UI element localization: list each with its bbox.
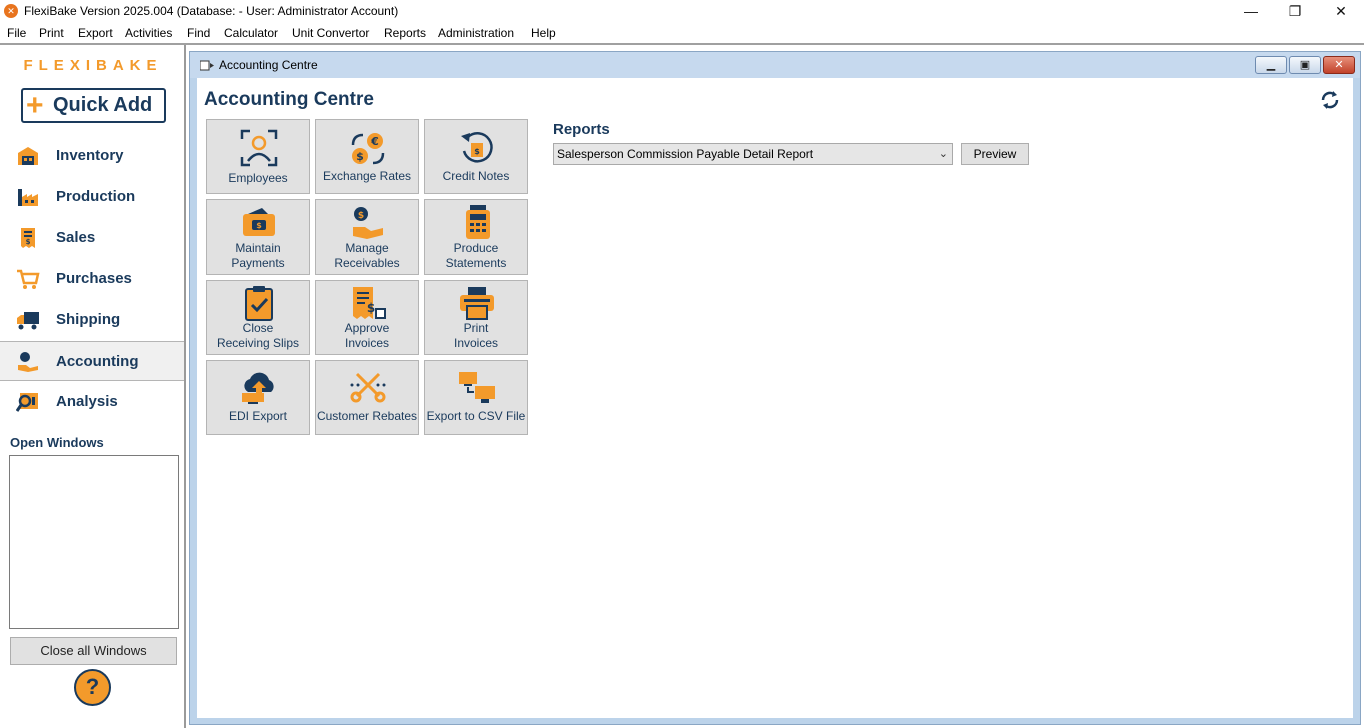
menu-activities[interactable]: Activities	[125, 26, 172, 40]
employee-icon	[240, 129, 278, 167]
menu-find[interactable]: Find	[187, 26, 210, 40]
tile-edi-export[interactable]: EDI Export	[206, 360, 310, 435]
sidebar-item-purchases[interactable]: Purchases	[0, 260, 184, 298]
restore-button[interactable]: ❐	[1272, 0, 1318, 23]
receipt-icon: $	[21, 228, 35, 248]
app-title: FlexiBake Version 2025.004 (Database: - …	[24, 4, 399, 18]
tile-print-invoices[interactable]: Print Invoices	[424, 280, 528, 355]
exchange-icon: € $	[351, 133, 385, 165]
app-titlebar: ✕ FlexiBake Version 2025.004 (Database: …	[0, 0, 1364, 23]
tile-employees[interactable]: Employees	[206, 119, 310, 194]
tile-maintain-payments[interactable]: $ Maintain Payments	[206, 199, 310, 275]
child-titlebar: Accounting Centre ▁ ▣ ✕	[190, 52, 1360, 78]
quick-add-label: Quick Add	[53, 94, 153, 116]
sidebar: FLEXIBAKE + Quick Add Inventory Producti…	[0, 45, 186, 728]
menu-print[interactable]: Print	[39, 26, 64, 40]
tile-customer-rebates[interactable]: Customer Rebates	[315, 360, 419, 435]
tile-manage-receivables[interactable]: $ Manage Receivables	[315, 199, 419, 275]
help-button[interactable]: ?	[74, 669, 111, 706]
analysis-icon	[16, 393, 38, 412]
menu-divider	[0, 43, 1364, 45]
factory-icon	[18, 189, 38, 206]
menu-administration[interactable]: Administration	[438, 26, 514, 40]
close-button[interactable]: ✕	[1318, 0, 1364, 23]
svg-text:$: $	[474, 147, 480, 156]
svg-text:$: $	[26, 238, 31, 246]
plus-icon: +	[26, 89, 44, 122]
statement-icon	[466, 205, 490, 239]
reports-label: Reports	[553, 121, 610, 138]
preview-button[interactable]: Preview	[961, 143, 1029, 165]
window-doc-icon	[200, 60, 214, 71]
computers-icon	[459, 372, 495, 403]
menu-unit-convertor[interactable]: Unit Convertor	[292, 26, 369, 40]
credit-note-icon: $	[461, 132, 493, 163]
page-title: Accounting Centre	[204, 89, 374, 110]
warehouse-icon	[18, 147, 38, 165]
open-windows-list[interactable]	[9, 455, 179, 629]
tile-credit-notes[interactable]: $ Credit Notes	[424, 119, 528, 194]
chevron-down-icon: ⌄	[938, 148, 948, 160]
accounting-centre-window: Accounting Centre ▁ ▣ ✕ Accounting Centr…	[189, 51, 1361, 725]
cart-icon	[17, 269, 40, 289]
tile-approve-invoices[interactable]: $ Approve Invoices	[315, 280, 419, 355]
tile-close-receiving-slips[interactable]: Close Receiving Slips	[206, 280, 310, 355]
svg-text:$: $	[356, 150, 364, 163]
menu-bar: File Print Export Activities Find Calcul…	[0, 23, 1364, 43]
tile-produce-statements[interactable]: Produce Statements	[424, 199, 528, 275]
menu-reports[interactable]: Reports	[384, 26, 426, 40]
quick-add-button[interactable]: + Quick Add	[21, 88, 166, 123]
open-windows-label: Open Windows	[10, 435, 104, 450]
sidebar-item-inventory[interactable]: Inventory	[0, 137, 184, 175]
tile-export-csv[interactable]: Export to CSV File	[424, 360, 528, 435]
svg-text:€: €	[370, 135, 379, 148]
printer-icon	[460, 287, 494, 320]
child-restore-button[interactable]: ▣	[1289, 56, 1321, 74]
child-minimize-button[interactable]: ▁	[1255, 56, 1287, 74]
money-hand-icon	[18, 352, 38, 372]
sidebar-item-analysis[interactable]: Analysis	[0, 383, 184, 421]
close-all-windows-button[interactable]: Close all Windows	[10, 637, 177, 665]
sidebar-item-shipping[interactable]: Shipping	[0, 301, 184, 339]
clipboard-check-icon	[245, 286, 273, 321]
refresh-icon[interactable]	[1319, 89, 1341, 111]
svg-text:$: $	[358, 211, 364, 221]
child-content: Accounting Centre Employees € $ Exchange…	[197, 78, 1353, 718]
scissors-icon	[350, 372, 386, 403]
report-select-value: Salesperson Commission Payable Detail Re…	[557, 147, 814, 161]
menu-export[interactable]: Export	[78, 26, 113, 40]
svg-text:$: $	[256, 221, 262, 230]
flexibake-logo: FLEXIBAKE	[23, 57, 163, 74]
sidebar-item-accounting[interactable]: Accounting	[0, 341, 184, 381]
receivable-icon: $	[353, 207, 383, 239]
menu-file[interactable]: File	[7, 26, 26, 40]
sidebar-item-production[interactable]: Production	[0, 178, 184, 216]
invoice-icon: $	[353, 287, 386, 319]
cloud-upload-icon	[242, 372, 274, 404]
svg-text:$: $	[367, 301, 375, 315]
app-logo-icon: ✕	[4, 4, 18, 18]
menu-help[interactable]: Help	[531, 26, 556, 40]
sidebar-item-sales[interactable]: $ Sales	[0, 219, 184, 257]
minimize-button[interactable]: —	[1228, 0, 1274, 23]
tile-exchange-rates[interactable]: € $ Exchange Rates	[315, 119, 419, 194]
child-window-title: Accounting Centre	[219, 58, 318, 72]
menu-calculator[interactable]: Calculator	[224, 26, 278, 40]
report-select[interactable]: Salesperson Commission Payable Detail Re…	[553, 143, 953, 165]
truck-icon	[17, 312, 39, 330]
wallet-icon: $	[243, 208, 275, 236]
child-close-button[interactable]: ✕	[1323, 56, 1355, 74]
